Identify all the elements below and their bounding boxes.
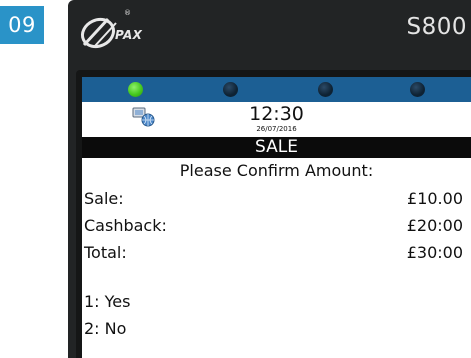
amount-label: Cashback: — [84, 216, 167, 235]
amount-value: £30:00 — [406, 243, 463, 262]
clock-date: 26/07/2016 — [256, 125, 297, 133]
status-led-4 — [410, 82, 425, 97]
screen-title: SALE — [82, 137, 471, 158]
status-led-1 — [128, 82, 143, 97]
amount-value: £10.00 — [407, 189, 463, 208]
amount-value: £20:00 — [406, 216, 463, 235]
amount-row-total: Total: £30:00 — [82, 243, 463, 267]
terminal-screen: 12:30 26/07/2016 SALE Please Confirm Amo… — [82, 77, 471, 358]
amount-label: Total: — [84, 243, 127, 262]
status-led-3 — [318, 82, 333, 97]
amount-row-cashback: Cashback: £20:00 — [82, 216, 463, 240]
amount-row-sale: Sale: £10.00 — [82, 189, 463, 213]
amount-label: Sale: — [84, 189, 124, 208]
status-led-2 — [223, 82, 238, 97]
clock-time: 12:30 — [249, 103, 304, 125]
clock-row: 12:30 26/07/2016 — [82, 102, 471, 137]
option-yes[interactable]: 1: Yes — [84, 292, 130, 311]
status-bar — [82, 77, 471, 102]
step-number-badge: 09 — [0, 6, 44, 44]
option-no[interactable]: 2: No — [84, 319, 126, 338]
confirm-prompt: Please Confirm Amount: — [179, 161, 374, 180]
